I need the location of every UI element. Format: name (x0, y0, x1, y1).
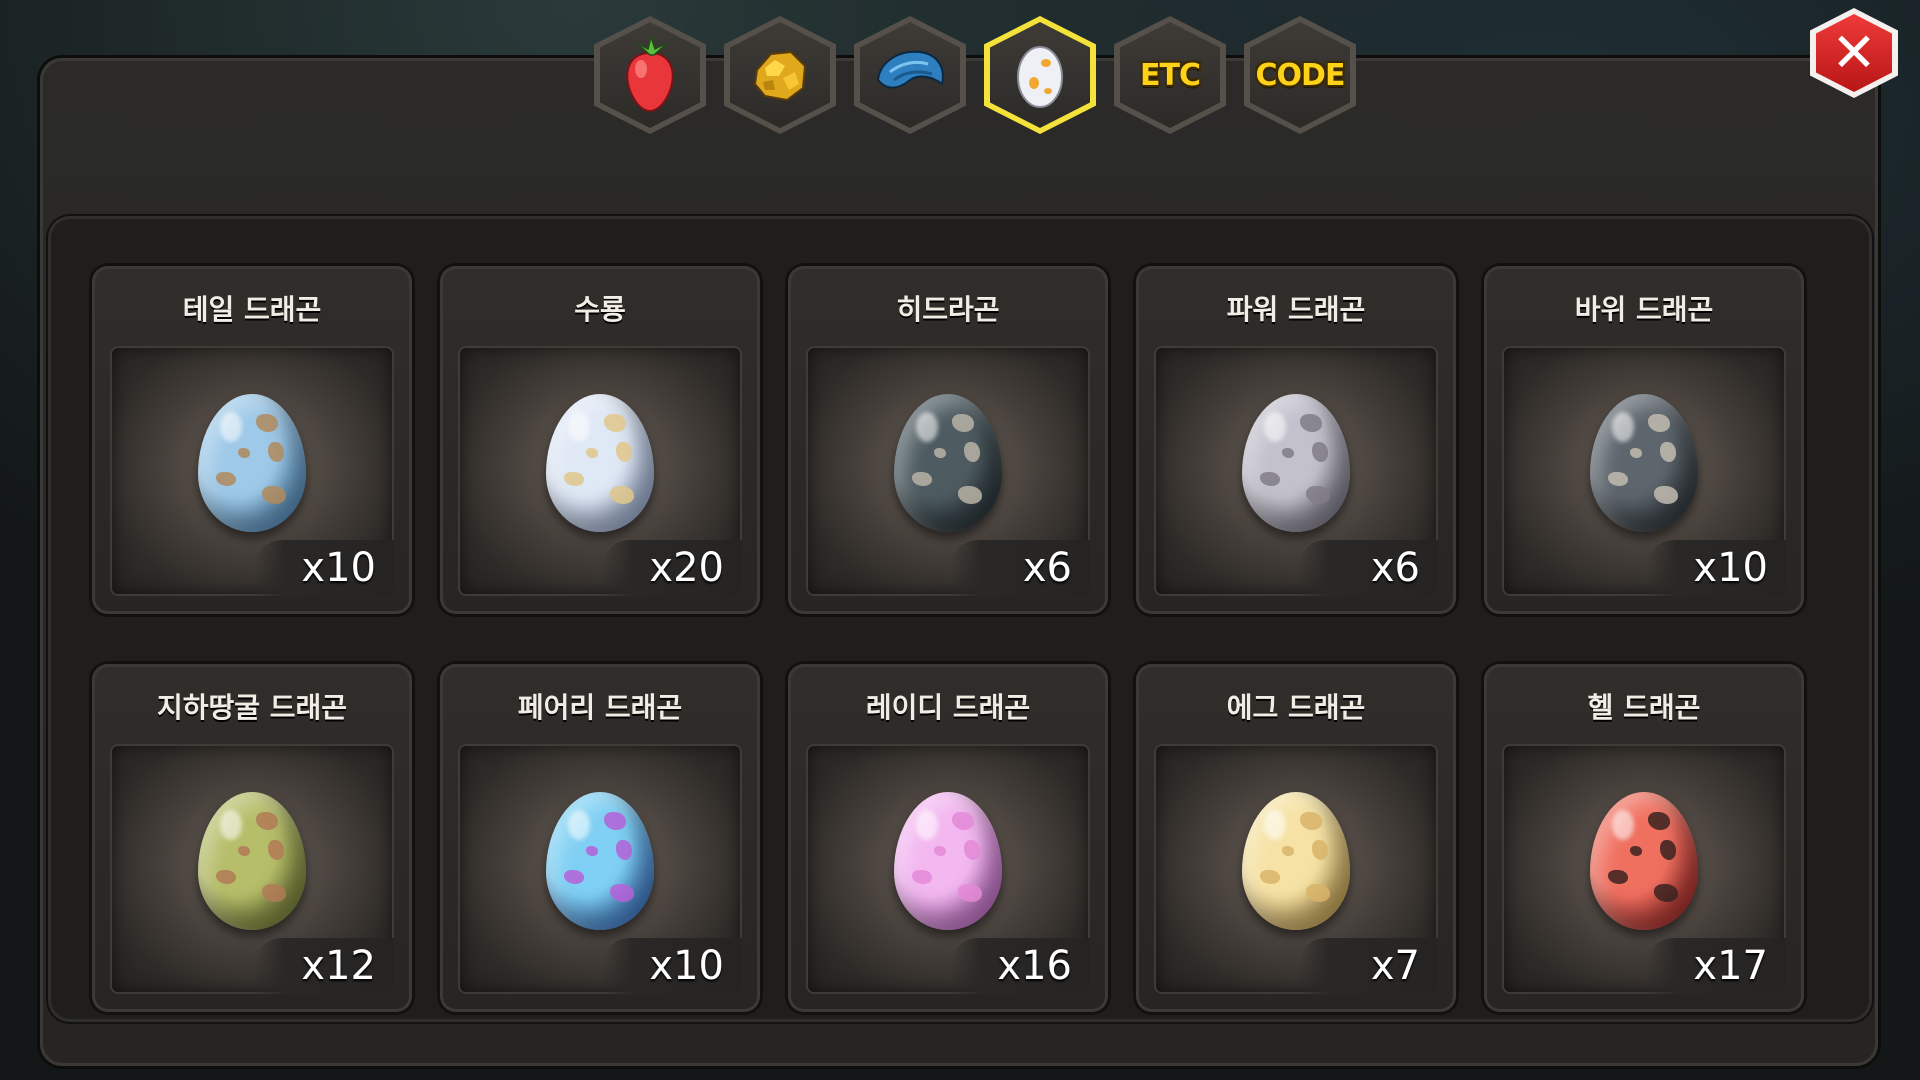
egg-count: x10 (1646, 540, 1786, 596)
tab-code[interactable]: CODE (1244, 16, 1356, 134)
egg-card[interactable]: 바위 드래곤 x10 (1484, 266, 1804, 614)
egg-count: x7 (1298, 938, 1438, 994)
egg-count: x16 (950, 938, 1090, 994)
dragon-egg-icon (546, 394, 654, 532)
close-button[interactable]: ✕ (1810, 8, 1898, 98)
egg-name: 파워 드래곤 (1226, 293, 1366, 326)
egg-card[interactable]: 수룡 x20 (440, 266, 760, 614)
egg-slot: x12 (110, 744, 394, 994)
egg-name: 테일 드래곤 (182, 293, 322, 326)
tab-scale[interactable] (854, 16, 966, 134)
egg-slot: x6 (1154, 346, 1438, 596)
egg-grid: 테일 드래곤 x10 수룡 x20 히드라곤 x6 파워 드래곤 x6 바위 드래곤 x10 지하땅… (92, 266, 1804, 1016)
egg-card[interactable]: 헬 드래곤 x17 (1484, 664, 1804, 1012)
egg-slot: x10 (110, 346, 394, 596)
egg-name: 히드라곤 (896, 293, 1000, 326)
egg-card[interactable]: 파워 드래곤 x6 (1136, 266, 1456, 614)
egg-card[interactable]: 지하땅굴 드래곤 x12 (92, 664, 412, 1012)
dragon-egg-icon (546, 792, 654, 930)
strawberry-icon (626, 35, 674, 113)
tab-etc[interactable]: ETC (1114, 16, 1226, 134)
egg-name: 헬 드래곤 (1587, 691, 1701, 724)
egg-name: 레이디 드래곤 (865, 691, 1031, 724)
egg-name: 수룡 (574, 293, 626, 326)
egg-name: 바위 드래곤 (1574, 293, 1714, 326)
egg-count: x10 (602, 938, 742, 994)
egg-count: x6 (1298, 540, 1438, 596)
egg-card[interactable]: 페어리 드래곤 x10 (440, 664, 760, 1012)
dragon-egg-icon (1017, 46, 1063, 108)
egg-slot: x17 (1502, 744, 1786, 994)
close-icon: ✕ (1831, 21, 1877, 84)
egg-slot: x16 (806, 744, 1090, 994)
egg-card[interactable]: 테일 드래곤 x10 (92, 266, 412, 614)
egg-count: x17 (1646, 938, 1786, 994)
dragon-egg-icon (1242, 792, 1350, 930)
gold-ore-icon (753, 50, 807, 102)
egg-name: 에그 드래곤 (1226, 691, 1366, 724)
dragon-egg-icon (894, 394, 1002, 532)
egg-name: 지하땅굴 드래곤 (156, 691, 348, 724)
tab-ore[interactable] (724, 16, 836, 134)
dragon-egg-icon (894, 792, 1002, 930)
dragon-egg-icon (1242, 394, 1350, 532)
egg-slot: x6 (806, 346, 1090, 596)
egg-count: x12 (254, 938, 394, 994)
egg-count: x10 (254, 540, 394, 596)
tab-fruit[interactable] (594, 16, 706, 134)
egg-count: x20 (602, 540, 742, 596)
egg-card[interactable]: 에그 드래곤 x7 (1136, 664, 1456, 1012)
egg-slot: x10 (1502, 346, 1786, 596)
dragon-scale-icon (876, 50, 944, 89)
dragon-egg-icon (1590, 792, 1698, 930)
egg-slot: x7 (1154, 744, 1438, 994)
dragon-egg-icon (1590, 394, 1698, 532)
tab-code-label: CODE (1255, 57, 1346, 93)
tab-egg[interactable] (984, 16, 1096, 134)
egg-card[interactable]: 히드라곤 x6 (788, 266, 1108, 614)
dragon-egg-icon (198, 394, 306, 532)
egg-name: 페어리 드래곤 (517, 691, 683, 724)
egg-slot: x20 (458, 346, 742, 596)
egg-slot: x10 (458, 744, 742, 994)
dragon-egg-icon (198, 792, 306, 930)
egg-card[interactable]: 레이디 드래곤 x16 (788, 664, 1108, 1012)
egg-count: x6 (950, 540, 1090, 596)
tab-etc-label: ETC (1140, 57, 1201, 93)
